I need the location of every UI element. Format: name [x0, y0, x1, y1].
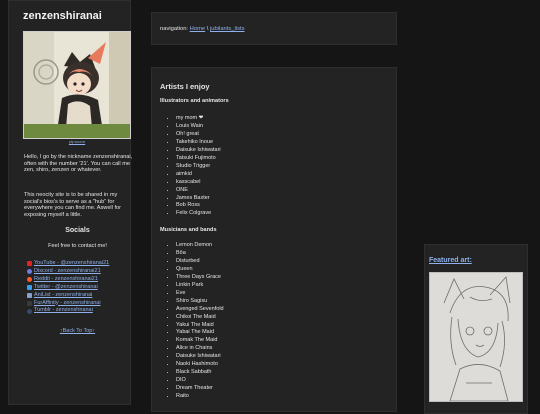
illustrators-list: my mom ❤ Louis Wain Oh! great Takehiko I…	[168, 115, 221, 218]
list-item: Komak The Maid	[176, 337, 224, 345]
featured-art-sketch	[430, 273, 522, 401]
social-link-youtube[interactable]: YouTube - @zenzenshiranai21	[27, 260, 133, 268]
social-link-label[interactable]: FurAffinity - zenzenshiranai	[34, 300, 101, 308]
avatar-source-link[interactable]: pfp source	[23, 140, 131, 144]
list-item: Yakui The Maid	[176, 322, 224, 330]
list-item: Raito	[176, 393, 224, 401]
youtube-icon	[27, 261, 32, 267]
furaffinity-icon	[27, 300, 32, 306]
list-item: Black Sabbath	[176, 369, 224, 377]
list-item: Chikoi The Maid	[176, 314, 224, 322]
breadcrumb-home-link[interactable]: Home	[190, 26, 205, 32]
list-item: Daisuke Ishiwatari	[176, 353, 224, 361]
breadcrumb-separator: \	[206, 26, 209, 32]
breadcrumb-current-link[interactable]: jubilants_lists	[210, 26, 244, 32]
social-link-label[interactable]: Discord - zenzenshiranai21	[34, 268, 101, 276]
list-item: Tatsuki Fujimoto	[176, 155, 221, 163]
list-item: my mom ❤	[176, 115, 221, 123]
social-link-discord[interactable]: Discord - zenzenshiranai21	[27, 268, 133, 276]
avatar-image	[24, 32, 130, 138]
page-title: Artists I enjoy	[160, 82, 210, 91]
list-item: DIO	[176, 377, 224, 385]
list-item: Oh! great	[176, 131, 221, 139]
musicians-heading: Musicians and bands	[160, 227, 217, 233]
list-item: Louis Wain	[176, 123, 221, 131]
social-link-label[interactable]: YouTube - @zenzenshiranai21	[34, 260, 109, 268]
featured-art-panel: Featured art:	[424, 244, 528, 414]
list-item: Naoki Hashimoto	[176, 361, 224, 369]
social-link-furaffinity[interactable]: FurAffinity - zenzenshiranai	[27, 300, 133, 308]
list-item: Daisuke Ishiwatari	[176, 147, 221, 155]
list-item: James Baxter	[176, 195, 221, 203]
bio-paragraph-purpose: This neocity site is to be shared in my …	[24, 192, 122, 219]
anilist-icon	[27, 293, 32, 299]
social-link-label[interactable]: AniList - zenzenshiranai	[34, 292, 92, 300]
list-item: Lemon Demon	[176, 242, 224, 250]
socials-heading: Socials	[65, 227, 90, 234]
list-item: Three Days Grace	[176, 274, 224, 282]
social-link-reddit[interactable]: Reddit - zenzenshiranai21	[27, 276, 133, 284]
featured-art-link[interactable]: Featured art:	[429, 257, 472, 264]
social-link-tumblr[interactable]: Tumblr - zenzenshiranai	[27, 307, 133, 315]
illustrators-heading: Illustrators and animators	[160, 98, 229, 104]
twitter-icon	[27, 285, 32, 291]
list-item: Dream Theater	[176, 385, 224, 393]
list-item: Takehiko Inoue	[176, 139, 221, 147]
navigation-panel: navigation: Home \ jubilants_lists	[151, 12, 397, 45]
list-item: Yabai The Maid	[176, 329, 224, 337]
main-content-panel: Artists I enjoy Illustrators and animato…	[151, 67, 397, 412]
list-item: Bob Ross	[176, 202, 221, 210]
list-item: Bôa	[176, 250, 224, 258]
featured-art-image	[429, 272, 523, 402]
social-link-twitter[interactable]: Twitter - @zenzenshiranai	[27, 284, 133, 292]
list-item: Avenged Sevenfold	[176, 306, 224, 314]
list-item: Eve	[176, 290, 224, 298]
list-item: Felix Colgrave	[176, 210, 221, 218]
breadcrumb: navigation: Home \ jubilants_lists	[160, 26, 245, 32]
list-item: Studio Trigger	[176, 163, 221, 171]
list-item: Disturbed	[176, 258, 224, 266]
bio-paragraph-intro: Hello, I go by the nickname zenzenshiran…	[24, 154, 133, 174]
list-item: ONE	[176, 187, 221, 195]
musicians-list: Lemon Demon Bôa Disturbed Queen Three Da…	[168, 242, 224, 401]
discord-icon	[27, 269, 32, 275]
back-to-top-link[interactable]: ↑Back To Top↑	[23, 328, 132, 334]
back-to-top-label[interactable]: ↑Back To Top↑	[60, 328, 95, 334]
breadcrumb-prefix: navigation:	[160, 26, 189, 32]
contact-text: Feel free to contact me!	[48, 243, 107, 249]
social-link-anilist[interactable]: AniList - zenzenshiranai	[27, 292, 133, 300]
reddit-icon	[27, 277, 32, 283]
social-links-list: YouTube - @zenzenshiranai21 Discord - ze…	[27, 260, 133, 315]
site-title: zenzenshiranai	[23, 10, 102, 22]
featured-art-heading[interactable]: Featured art:	[429, 257, 472, 264]
list-item: aimkid	[176, 171, 221, 179]
social-link-label[interactable]: Reddit - zenzenshiranai21	[34, 276, 98, 284]
avatar-source-label[interactable]: pfp source	[69, 140, 85, 144]
avatar	[23, 31, 131, 139]
list-item: kasscabel	[176, 179, 221, 187]
list-item: Alice in Chains	[176, 345, 224, 353]
social-link-label[interactable]: Tumblr - zenzenshiranai	[34, 307, 93, 315]
sidebar: zenzenshiranai pfp source Hello, I go by…	[8, 0, 133, 405]
social-link-label[interactable]: Twitter - @zenzenshiranai	[34, 284, 98, 292]
tumblr-icon	[27, 308, 32, 314]
list-item: Queen	[176, 266, 224, 274]
list-item: Linkin Park	[176, 282, 224, 290]
list-item: Shiro Sagisu	[176, 298, 224, 306]
